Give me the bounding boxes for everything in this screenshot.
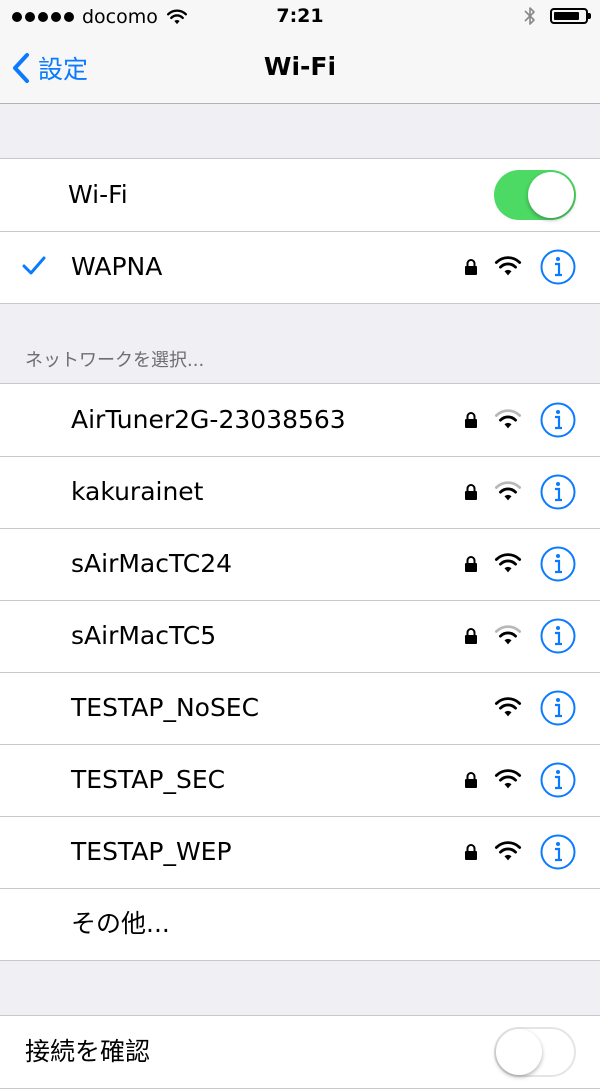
info-icon[interactable] xyxy=(540,618,576,654)
wifi-icon xyxy=(494,409,522,429)
info-icon[interactable] xyxy=(540,834,576,870)
checkmark-icon xyxy=(22,256,46,275)
other-network-label: その他... xyxy=(71,909,170,938)
navigation-bar: 設定 Wi-Fi xyxy=(0,36,600,104)
network-name: sAirMacTC24 xyxy=(71,549,233,578)
ask-to-join-label: 接続を確認 xyxy=(25,1037,151,1066)
lock-icon xyxy=(465,484,477,500)
connected-network-row[interactable]: WAPNA xyxy=(0,231,600,303)
lock-icon xyxy=(465,772,477,788)
wifi-group: Wi-Fi WAPNA xyxy=(0,158,600,304)
wifi-toggle-switch[interactable] xyxy=(494,170,576,220)
network-row[interactable]: sAirMacTC24 xyxy=(0,528,600,600)
network-name: kakurainet xyxy=(71,477,204,506)
network-row[interactable]: TESTAP_NoSEC xyxy=(0,672,600,744)
network-row[interactable]: sAirMacTC5 xyxy=(0,600,600,672)
info-icon[interactable] xyxy=(540,402,576,438)
network-name: TESTAP_NoSEC xyxy=(71,693,260,722)
wifi-icon xyxy=(494,769,522,789)
network-list: AirTuner2G-23038563 kakurainet sAirMacTC24… xyxy=(0,383,600,961)
info-icon[interactable] xyxy=(540,249,576,285)
wifi-icon xyxy=(494,841,522,861)
network-name: TESTAP_WEP xyxy=(71,837,232,866)
network-row[interactable]: TESTAP_WEP xyxy=(0,816,600,888)
ask-to-join-row: 接続を確認 xyxy=(0,1016,600,1088)
ask-to-join-group: 接続を確認 xyxy=(0,1015,600,1089)
network-name: sAirMacTC5 xyxy=(71,621,217,650)
other-network-row[interactable]: その他... xyxy=(0,888,600,960)
wifi-icon xyxy=(494,625,522,645)
lock-icon xyxy=(465,628,477,644)
bluetooth-icon xyxy=(524,7,535,25)
ask-to-join-switch[interactable] xyxy=(494,1027,576,1077)
status-bar: docomo 7:21 xyxy=(0,0,600,36)
network-row[interactable]: AirTuner2G-23038563 xyxy=(0,384,600,456)
section-header: ネットワークを選択... xyxy=(25,350,205,371)
lock-icon xyxy=(465,259,477,275)
info-icon[interactable] xyxy=(540,690,576,726)
info-icon[interactable] xyxy=(540,546,576,582)
wifi-icon xyxy=(494,481,522,501)
battery-icon xyxy=(550,8,591,24)
toggle-knob xyxy=(496,1029,542,1075)
wifi-toggle-label: Wi-Fi xyxy=(68,180,128,209)
network-row[interactable]: kakurainet xyxy=(0,456,600,528)
lock-icon xyxy=(465,412,477,428)
network-name: TESTAP_SEC xyxy=(71,765,226,794)
status-time: 7:21 xyxy=(276,5,324,27)
network-row[interactable]: TESTAP_SEC xyxy=(0,744,600,816)
network-name: AirTuner2G-23038563 xyxy=(71,405,346,434)
toggle-knob xyxy=(528,172,574,218)
wifi-toggle-row: Wi-Fi xyxy=(0,159,600,231)
wifi-icon xyxy=(494,553,522,573)
lock-icon xyxy=(465,844,477,860)
connected-network-name: WAPNA xyxy=(71,252,163,281)
wifi-icon xyxy=(494,256,522,276)
wifi-icon xyxy=(494,697,522,717)
info-icon[interactable] xyxy=(540,474,576,510)
info-icon[interactable] xyxy=(540,762,576,798)
page-title: Wi-Fi xyxy=(263,52,337,81)
lock-icon xyxy=(465,556,477,572)
